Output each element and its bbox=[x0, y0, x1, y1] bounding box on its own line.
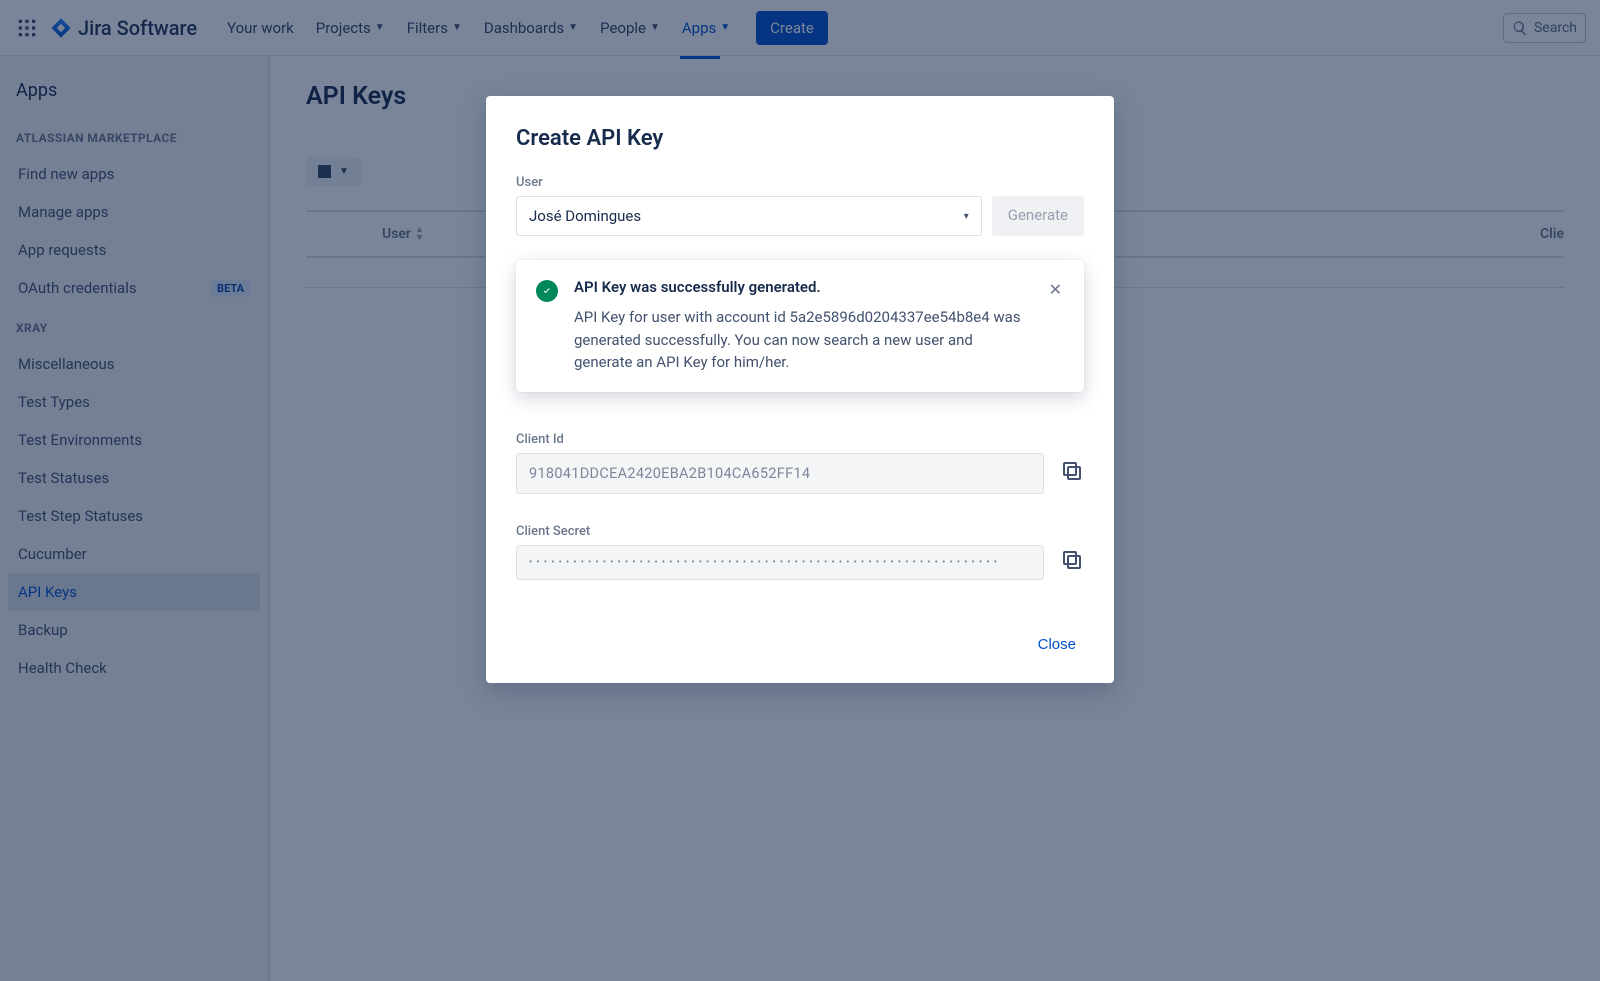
success-notification: API Key was successfully generated. API … bbox=[516, 260, 1084, 392]
copy-client-id-button[interactable] bbox=[1060, 459, 1084, 487]
close-button[interactable]: Close bbox=[1030, 630, 1084, 659]
modal-title: Create API Key bbox=[516, 126, 1084, 151]
user-select-value: José Domingues bbox=[529, 207, 641, 225]
client-secret-label: Client Secret bbox=[516, 524, 1084, 539]
user-select[interactable]: José Domingues ▾ bbox=[516, 196, 982, 236]
create-api-key-modal: Create API Key User José Domingues ▾ Gen… bbox=[486, 96, 1114, 683]
client-secret-field[interactable]: ••••••••••••••••••••••••••••••••••••••••… bbox=[516, 545, 1044, 580]
dismiss-notification-button[interactable]: ✕ bbox=[1047, 278, 1064, 374]
copy-icon bbox=[1060, 548, 1084, 572]
user-field-label: User bbox=[516, 175, 1084, 190]
success-body-text: API Key for user with account id 5a2e589… bbox=[574, 306, 1031, 374]
copy-icon bbox=[1060, 459, 1084, 483]
success-check-icon bbox=[536, 280, 558, 302]
copy-client-secret-button[interactable] bbox=[1060, 548, 1084, 576]
success-title: API Key was successfully generated. bbox=[574, 278, 1031, 296]
client-id-label: Client Id bbox=[516, 432, 1084, 447]
chevron-down-icon: ▾ bbox=[964, 211, 969, 222]
client-id-field[interactable]: 918041DDCEA2420EBA2B104CA652FF14 bbox=[516, 453, 1044, 494]
generate-button[interactable]: Generate bbox=[992, 196, 1084, 236]
